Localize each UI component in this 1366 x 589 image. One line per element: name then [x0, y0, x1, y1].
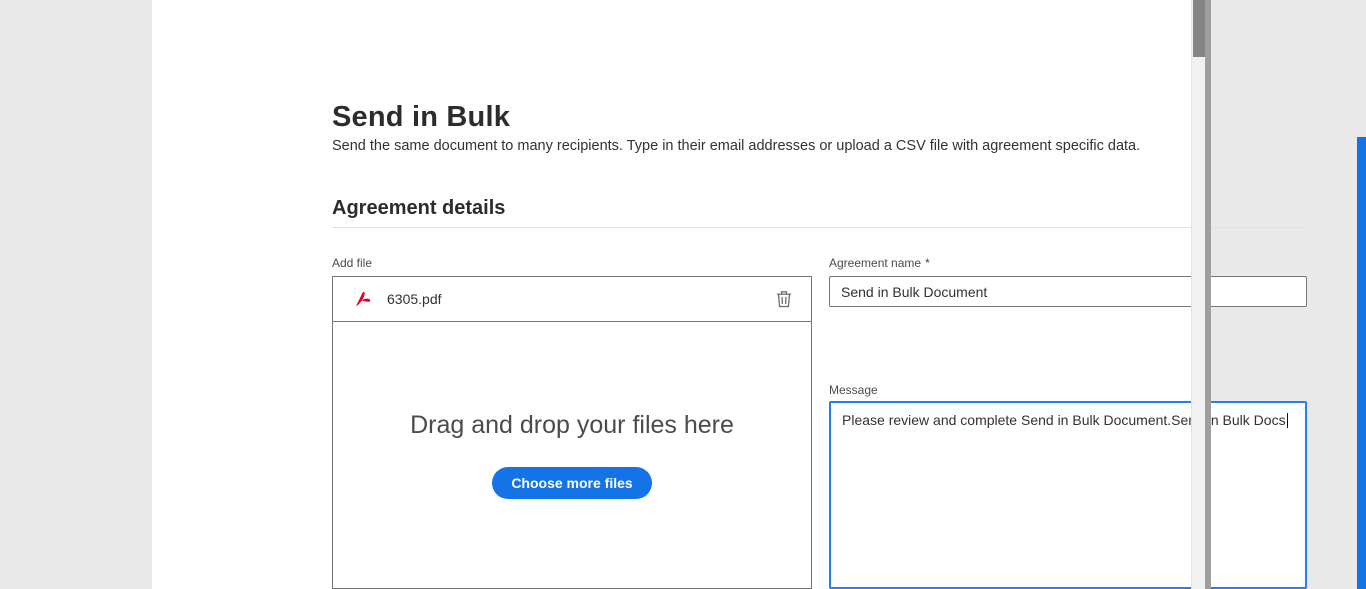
message-textarea[interactable]: Please review and complete Send in Bulk …: [829, 401, 1307, 589]
choose-more-files-button[interactable]: Choose more files: [492, 467, 651, 499]
file-upload-panel: 6305.pdf Drag and drop your files her: [332, 276, 812, 589]
message-text: Please review and complete Send in Bulk …: [842, 412, 1286, 428]
add-file-label: Add file: [332, 256, 372, 270]
acrobat-pdf-icon: [353, 289, 373, 309]
vertical-scrollbar-thumb[interactable]: [1193, 0, 1205, 57]
agreement-name-label: Agreement name *: [829, 256, 930, 270]
vertical-scrollbar-track[interactable]: [1191, 0, 1205, 589]
window-edge: [1205, 0, 1211, 589]
file-dropzone[interactable]: Drag and drop your files here Choose mor…: [333, 323, 811, 588]
section-title-agreement-details: Agreement details: [332, 197, 505, 220]
text-caret: [1287, 413, 1288, 428]
required-asterisk: *: [925, 256, 930, 270]
delete-file-button[interactable]: [773, 288, 795, 310]
agreement-name-input[interactable]: [829, 276, 1307, 307]
message-label: Message: [829, 383, 878, 397]
uploaded-file-row: 6305.pdf: [333, 277, 811, 322]
page-title: Send in Bulk: [332, 101, 510, 134]
right-blue-bar: [1357, 137, 1366, 589]
send-in-bulk-screen: Send in Bulk Send the same document to m…: [0, 0, 1366, 589]
trash-icon: [776, 290, 792, 308]
file-name: 6305.pdf: [387, 291, 442, 307]
main-content-panel: Send in Bulk Send the same document to m…: [152, 0, 1191, 589]
agreement-name-label-text: Agreement name: [829, 256, 921, 270]
section-divider: [332, 227, 1307, 228]
page-subtitle: Send the same document to many recipient…: [332, 138, 1140, 154]
dropzone-text: Drag and drop your files here: [333, 411, 811, 440]
